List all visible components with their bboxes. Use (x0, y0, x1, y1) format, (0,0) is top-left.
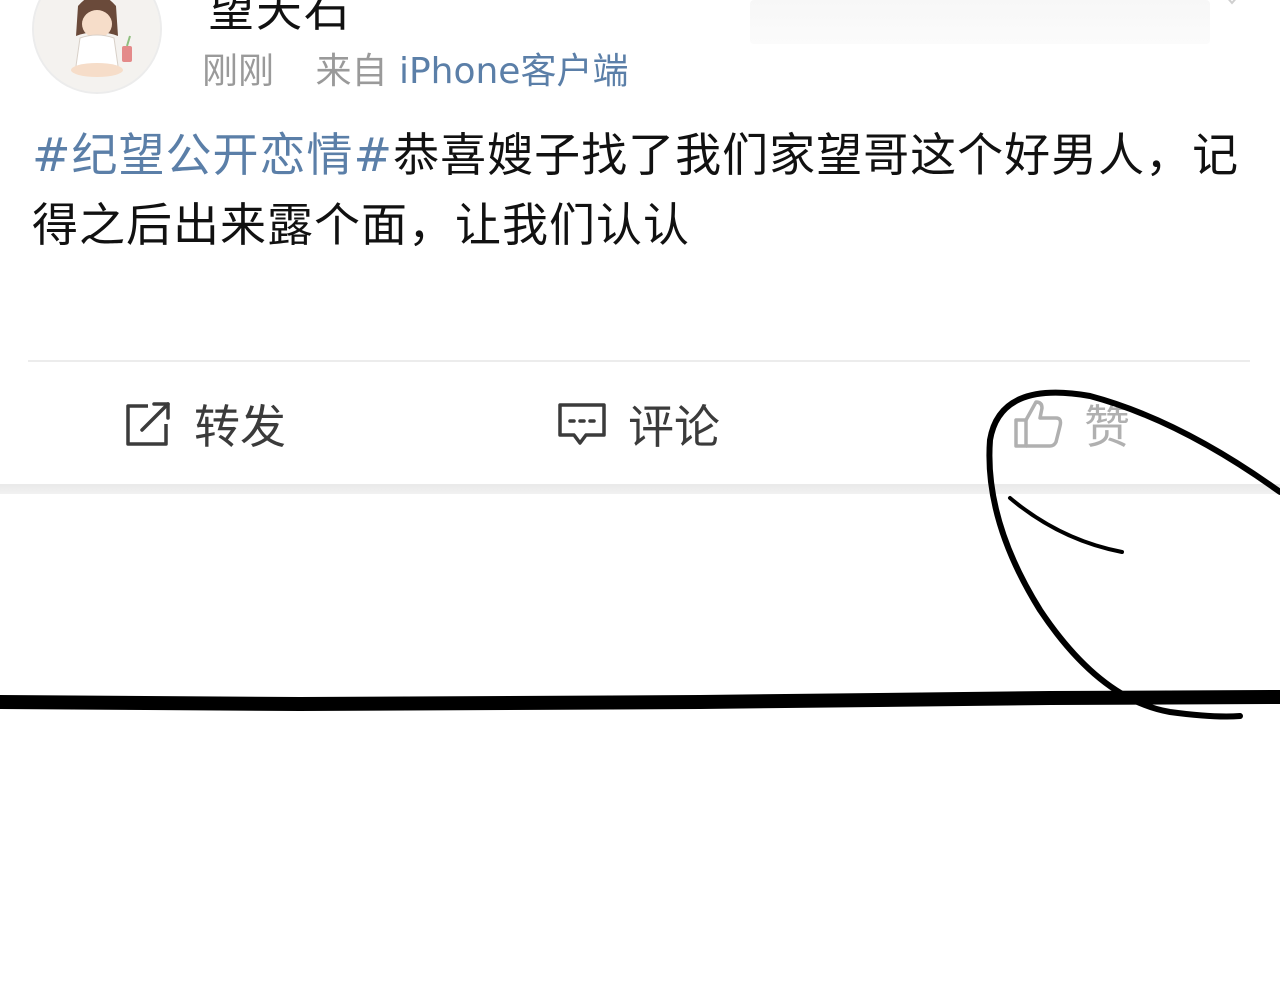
blurred-follow-area (750, 0, 1210, 44)
source-prefix: 来自 (315, 51, 388, 92)
like-label: 赞 (1084, 400, 1130, 454)
comment-bubble-icon (558, 403, 606, 445)
finger-crease (1008, 496, 1124, 554)
hashtag-link[interactable]: #纪望公开恋情# (32, 128, 393, 182)
divider (28, 360, 1250, 362)
thumbs-up-icon (1014, 400, 1063, 448)
comic-panel: 望天石 刚刚 来自 iPhone客户端 #纪望公开恋情#恭喜嫂子找了我们家望哥这… (0, 0, 1280, 1000)
chevron-down-icon[interactable] (1224, 0, 1240, 6)
post-content: #纪望公开恋情#恭喜嫂子找了我们家望哥这个好男人，记得之后出来露个面，让我们认认 (32, 120, 1252, 260)
action-bar: 转发 评论 赞 (0, 380, 1280, 470)
comment-button[interactable]: 评论 (556, 394, 720, 454)
ink-line (0, 690, 1280, 712)
repost-button[interactable]: 转发 (122, 394, 286, 454)
avatar-girl-icon (34, 0, 160, 92)
section-separator (0, 484, 1280, 494)
post-meta: 刚刚 来自 iPhone客户端 (202, 42, 628, 94)
post-time: 刚刚 (202, 51, 275, 92)
share-square-arrow-icon (126, 402, 170, 446)
like-button[interactable]: 赞 (1012, 394, 1130, 454)
post-source[interactable]: iPhone客户端 (399, 51, 629, 92)
repost-label: 转发 (194, 400, 286, 454)
username[interactable]: 望天石 (208, 0, 352, 40)
post-header: 望天石 刚刚 来自 iPhone客户端 (0, 0, 1280, 100)
user-avatar[interactable] (32, 0, 162, 94)
comment-label: 评论 (628, 400, 720, 454)
